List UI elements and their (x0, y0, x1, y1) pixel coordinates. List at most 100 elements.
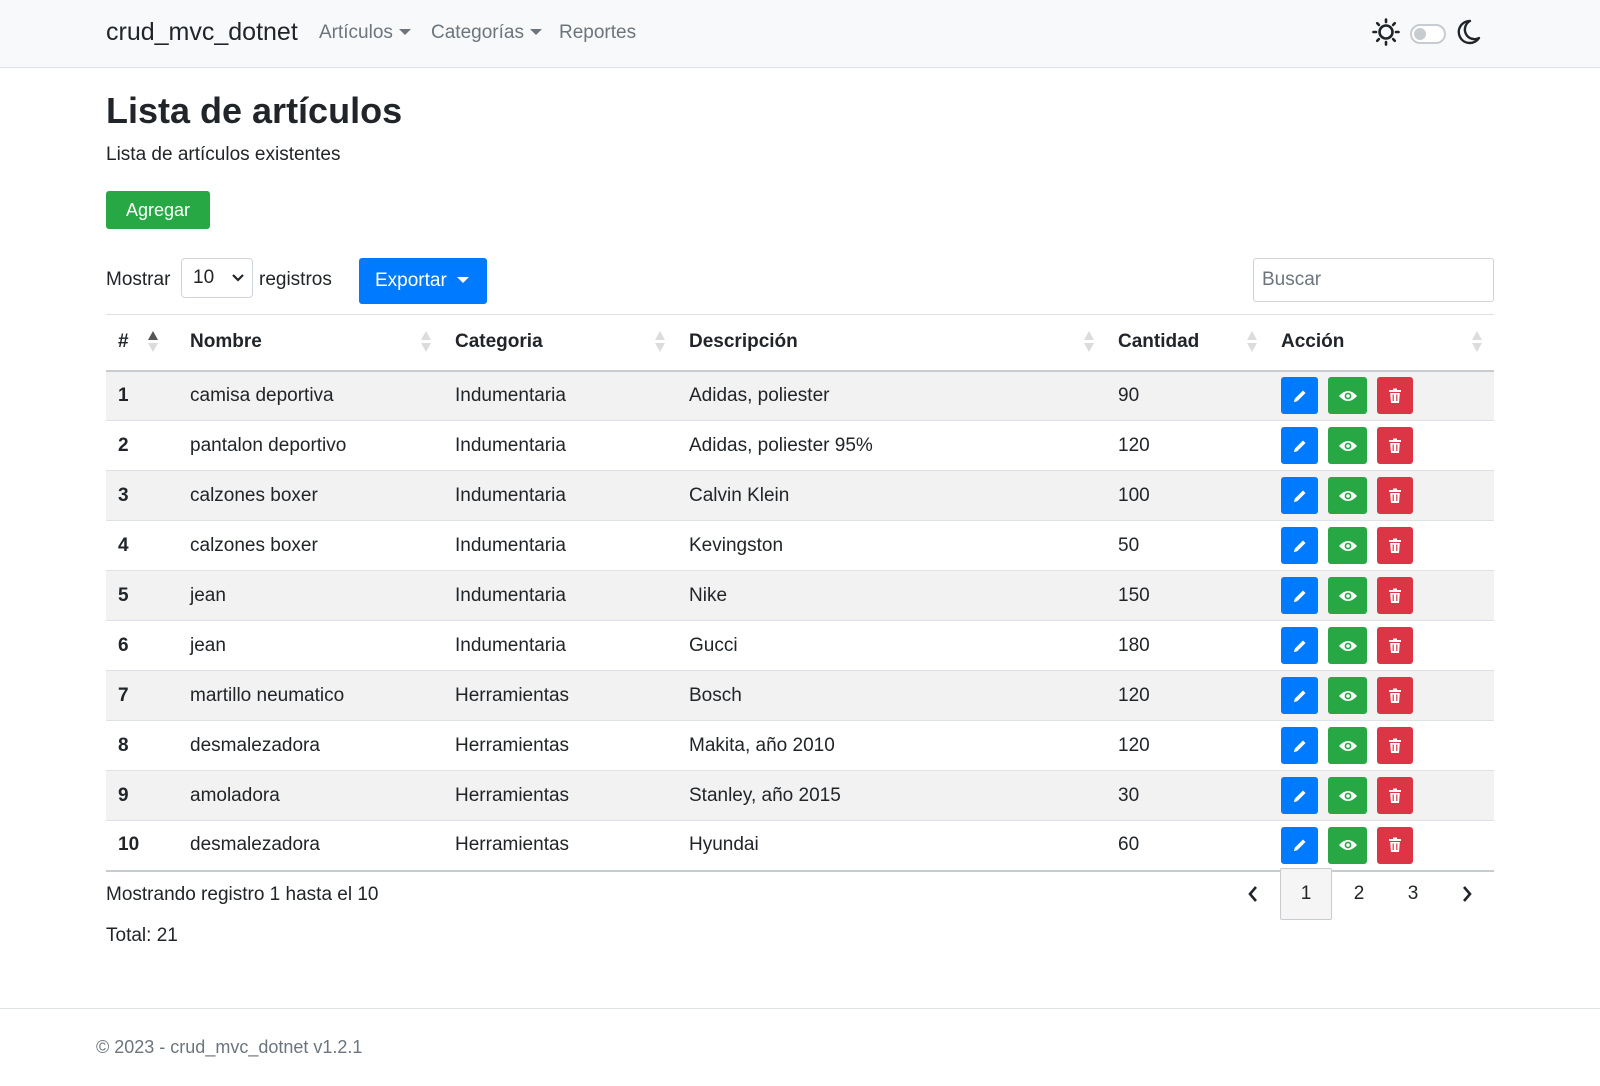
pencil-icon (1293, 839, 1305, 852)
edit-button[interactable] (1281, 826, 1318, 864)
next-page-button[interactable] (1440, 868, 1494, 920)
trash-icon (1389, 538, 1401, 553)
search-input[interactable] (1253, 258, 1494, 302)
edit-button[interactable] (1281, 527, 1318, 564)
delete-button[interactable] (1377, 727, 1413, 764)
pencil-icon (1293, 540, 1305, 552)
cell-cantidad: 120 (1118, 684, 1150, 706)
column-header-cantidad[interactable]: Cantidad (1106, 315, 1269, 371)
delete-button[interactable] (1377, 377, 1413, 415)
column-header-nombre[interactable]: Nombre (178, 315, 443, 371)
edit-button[interactable] (1281, 377, 1318, 415)
cell-accion (1269, 521, 1494, 571)
table-row: 4 calzones boxer Indumentaria Kevingston 50 (106, 521, 1494, 571)
column-header-categoria[interactable]: Categoria (443, 315, 677, 371)
edit-button[interactable] (1281, 477, 1318, 514)
pencil-icon (1293, 390, 1305, 402)
sort-icon (1247, 331, 1257, 353)
table-row: 7 martillo neumatico Herramientas Bosch 120 (106, 670, 1494, 721)
delete-button[interactable] (1377, 677, 1413, 714)
cell-categoria: Herramientas (455, 734, 570, 756)
column-header-label: Categoria (455, 331, 543, 353)
copyright-text: © 2023 - crud_mvc_dotnet v1.2.1 (96, 1037, 363, 1057)
eye-icon (1338, 440, 1357, 451)
edit-button[interactable] (1281, 777, 1318, 814)
cell-id: 5 (118, 584, 129, 606)
cell-descripcion: Bosch (689, 684, 742, 706)
row-actions (1281, 577, 1494, 614)
view-button[interactable] (1328, 377, 1367, 415)
cell-cantidad: 90 (1118, 384, 1140, 406)
edit-button[interactable] (1281, 427, 1318, 464)
view-button[interactable] (1328, 826, 1367, 864)
sort-icon (1472, 331, 1482, 353)
pencil-icon (1293, 640, 1305, 652)
view-button[interactable] (1328, 677, 1367, 714)
trash-icon (1389, 488, 1401, 503)
view-button[interactable] (1328, 527, 1367, 564)
total-count: Total: 21 (106, 925, 178, 946)
table-row: 6 jean Indumentaria Gucci 180 (106, 621, 1494, 671)
page-button-1[interactable]: 1 (1280, 868, 1332, 920)
nav-item-articulos[interactable]: Artículos (319, 22, 411, 44)
cell-accion (1269, 821, 1494, 871)
edit-button[interactable] (1281, 727, 1318, 764)
table-body: 1 camisa deportiva Indumentaria Adidas, pol… (106, 370, 1494, 871)
navbar: crud_mvc_dotnet Artículos Categorías Rep… (0, 0, 1600, 68)
view-button[interactable] (1328, 427, 1367, 464)
delete-button[interactable] (1377, 477, 1413, 514)
sort-icon (421, 331, 431, 353)
delete-button[interactable] (1377, 527, 1413, 564)
cell-cantidad: 60 (1118, 834, 1140, 856)
cell-id: 9 (118, 784, 129, 806)
column-header-descripcion[interactable]: Descripción (677, 315, 1106, 371)
cell-descripcion: Kevingston (689, 534, 784, 556)
nav-item-reportes[interactable]: Reportes (559, 22, 636, 44)
sort-icon (655, 331, 665, 353)
theme-toggle[interactable] (1410, 24, 1446, 44)
page-size-select[interactable]: 10 (181, 258, 253, 298)
export-label: Exportar (375, 270, 447, 291)
articles-table: # Nombre Categoria Descripción Cantidad … (106, 314, 1494, 872)
delete-button[interactable] (1377, 627, 1413, 664)
edit-button[interactable] (1281, 627, 1318, 664)
column-header-id[interactable]: # (106, 315, 178, 371)
view-button[interactable] (1328, 777, 1367, 814)
view-button[interactable] (1328, 577, 1367, 614)
eye-icon (1338, 690, 1357, 701)
edit-button[interactable] (1281, 577, 1318, 614)
delete-button[interactable] (1377, 427, 1413, 464)
delete-button[interactable] (1377, 577, 1413, 614)
brand-link[interactable]: crud_mvc_dotnet (106, 18, 298, 47)
page-button-3[interactable]: 3 (1386, 868, 1440, 920)
cell-id: 6 (118, 634, 129, 656)
row-actions (1281, 427, 1494, 464)
cell-accion (1269, 421, 1494, 471)
cell-cantidad: 180 (1118, 634, 1150, 656)
cell-id: 1 (118, 384, 129, 406)
column-header-accion[interactable]: Acción (1269, 315, 1494, 371)
view-button[interactable] (1328, 627, 1367, 664)
trash-icon (1389, 837, 1401, 853)
pencil-icon (1293, 790, 1305, 802)
add-button[interactable]: Agregar (106, 191, 210, 229)
row-actions (1281, 826, 1494, 864)
delete-button[interactable] (1377, 826, 1413, 864)
moon-icon (1456, 18, 1482, 51)
page-button-2[interactable]: 2 (1332, 868, 1386, 920)
eye-icon (1338, 590, 1357, 601)
view-button[interactable] (1328, 477, 1367, 514)
trash-icon (1389, 738, 1401, 753)
edit-button[interactable] (1281, 677, 1318, 714)
view-button[interactable] (1328, 727, 1367, 764)
sort-icon (1084, 331, 1094, 353)
row-actions (1281, 527, 1494, 564)
export-button[interactable]: Exportar (359, 258, 487, 304)
table-row: 5 jean Indumentaria Nike 150 (106, 570, 1494, 621)
prev-page-button[interactable] (1226, 868, 1280, 920)
cell-nombre: jean (190, 584, 226, 606)
cell-descripcion: Calvin Klein (689, 484, 790, 506)
nav-item-categorias[interactable]: Categorías (431, 22, 542, 44)
delete-button[interactable] (1377, 777, 1413, 814)
cell-descripcion: Nike (689, 584, 728, 606)
